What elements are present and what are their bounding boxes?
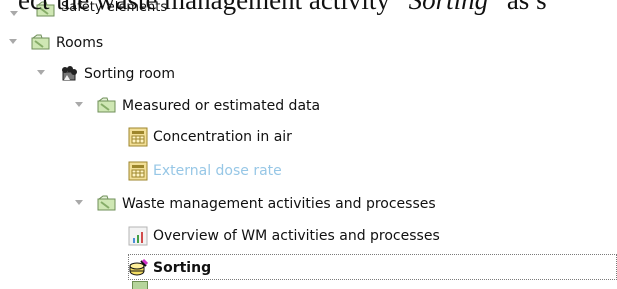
room-icon [62, 66, 77, 81]
expand-arrow-icon[interactable] [8, 10, 18, 20]
tree-item-label: Sorting [153, 260, 212, 276]
tree-item-concentration-in-air[interactable]: Concentration in air [128, 123, 368, 151]
document-text-prefix: ect the waste management activity “ [18, 0, 409, 15]
document-text-italic: Sorting [408, 0, 489, 15]
document-top-line: ect the waste management activity “Sorti… [18, 0, 617, 17]
tree-item-sorting-room[interactable]: Sorting room [59, 60, 249, 88]
collapse-arrow-icon[interactable] [7, 38, 17, 48]
tree-item-label: Rooms [56, 35, 104, 51]
tree-item-label: Overview of WM activities and processes [153, 228, 440, 244]
tree-item-label: External dose rate [153, 163, 282, 179]
tree-item-label: Sorting room [84, 66, 176, 82]
tree-item-measured-data[interactable]: Measured or estimated data [97, 92, 377, 120]
folder-icon [97, 97, 116, 113]
document-text-suffix: ” as s [488, 0, 547, 15]
tree-item-external-dose-rate[interactable]: External dose rate [128, 157, 368, 185]
collapse-arrow-icon[interactable] [73, 199, 83, 209]
project-tree: Safety elements Rooms Sorting room Measu… [0, 0, 617, 289]
table-icon [128, 127, 148, 147]
tree-item-label: Measured or estimated data [122, 98, 321, 114]
tree-item-overview-wm-activities[interactable]: Overview of WM activities and processes [128, 222, 548, 250]
folder-icon [31, 34, 50, 50]
partial-folder-icon [132, 281, 148, 289]
chart-icon [128, 226, 148, 246]
tree-item-waste-management-activities[interactable]: Waste management activities and processe… [97, 190, 517, 218]
tree-item-rooms[interactable]: Rooms [31, 29, 181, 57]
process-icon [129, 258, 148, 276]
collapse-arrow-icon[interactable] [73, 101, 83, 111]
folder-icon [97, 195, 116, 211]
tree-item-sorting[interactable]: Sorting [128, 254, 617, 282]
collapse-arrow-icon[interactable] [35, 69, 45, 79]
tree-item-label: Waste management activities and processe… [122, 196, 436, 212]
table-icon [128, 161, 148, 181]
tree-item-label: Concentration in air [153, 129, 292, 145]
